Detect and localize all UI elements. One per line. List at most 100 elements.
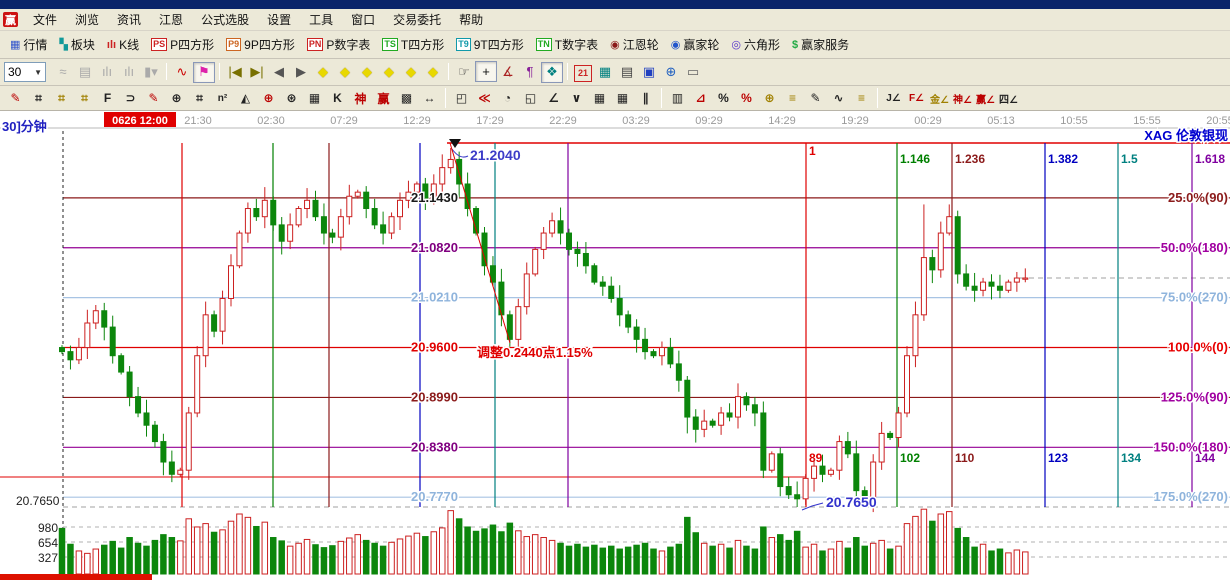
si-angle-tool[interactable]: 四∠ [997,88,1020,108]
n-square-tool[interactable]: n² [211,88,234,108]
kline-button[interactable]: ılıK线 [101,33,145,56]
v-lines-tool[interactable]: ∨ [565,88,588,108]
dense-grid-tool[interactable]: ▩ [395,88,418,108]
menu-item-5[interactable]: 设置 [258,11,300,29]
diamond-out-button[interactable]: ◆ [400,62,422,83]
gold-angle-tool[interactable]: 金∠ [928,88,951,108]
report-button[interactable]: ▤ [74,62,96,83]
calculator-button[interactable]: ▦ [594,62,616,83]
menu-item-9[interactable]: 帮助 [450,11,492,29]
volume-bar [93,549,99,574]
go-last-button[interactable]: ▶| [246,62,268,83]
bars3-button[interactable]: ılı [96,61,118,82]
k-marks-tool[interactable]: K [326,88,349,108]
starburst-tool[interactable]: ⊛ [280,88,303,108]
percent-slash-tool[interactable]: ⊿ [689,88,712,108]
p-table-button[interactable]: PNP数字表 [301,33,377,56]
wave-tool[interactable]: ∿ [827,88,850,108]
quotes-button[interactable]: ▦行情 [4,33,53,56]
menu-item-4[interactable]: 公式选股 [192,11,258,29]
shaded-fan-tool[interactable]: ◱ [519,88,542,108]
f-angle-tool[interactable]: F∠ [905,88,928,108]
arc-tool[interactable]: ⊃ [119,88,142,108]
gann-wheel-button[interactable]: ◉江恩轮 [604,33,665,56]
print-button[interactable]: ▭ [682,62,704,83]
hand-tool-button[interactable]: ☞ [453,62,475,83]
t-square-button[interactable]: TST四方形 [376,33,450,56]
menu-item-3[interactable]: 江恩 [150,11,192,29]
volume-bar [854,538,860,574]
target-circle-tool[interactable]: ⊕ [257,88,280,108]
candle-style-button[interactable]: ▮▾ [140,62,162,83]
j-angle-tool[interactable]: J∠ [882,88,905,108]
step-forward-button[interactable]: ▶ [290,62,312,83]
service-button[interactable]: $赢家服务 [786,33,855,56]
shen-grid-tool[interactable]: 神 [349,88,372,108]
menu-item-8[interactable]: 交易委托 [384,11,450,29]
grid1-tool[interactable]: ▦ [588,88,611,108]
ray-fan-tool[interactable]: ≪ [473,88,496,108]
menu-item-2[interactable]: 资讯 [108,11,150,29]
gold-levels-tool[interactable]: ≡ [781,88,804,108]
gold-circle-tool[interactable]: ⊕ [758,88,781,108]
mark-tool-button[interactable]: ¶ [519,61,541,82]
diamond-all-button[interactable]: ◆ [422,62,444,83]
square-grid-tool[interactable]: ▦ [303,88,326,108]
percent-tool[interactable]: % [712,88,735,108]
bars9-button[interactable]: ılı [118,61,140,82]
gann-circle-tool[interactable]: ⊕ [165,88,188,108]
winner-wheel-button[interactable]: ◉赢家轮 [665,33,726,56]
go-first-button[interactable]: |◀ [224,62,246,83]
ying-angle-tool[interactable]: 赢∠ [974,88,997,108]
period-combobox[interactable]: 30 ▼ [4,62,46,82]
menu-item-6[interactable]: 工具 [300,11,342,29]
percent-red-tool[interactable]: % [735,88,758,108]
width-measure-tool[interactable]: ↔ [418,88,441,108]
diamond-expand-button[interactable]: ◆ [356,62,378,83]
volume-bar [651,549,657,574]
toolbar-separator [567,63,568,80]
ying-grid-tool[interactable]: 赢 [372,88,395,108]
9p-square-button[interactable]: P99P四方形 [220,33,301,56]
pen2-tool[interactable]: ✎ [142,88,165,108]
angle-lines-tool[interactable]: ∠ [542,88,565,108]
gann-grid-tool[interactable]: ⌗ [27,88,50,108]
diamond-left-button[interactable]: ◆ [312,62,334,83]
save-button[interactable]: ▣ [638,62,660,83]
mirror-tool[interactable]: ◭ [234,88,257,108]
hexagon-button[interactable]: ◎六角形 [725,33,786,56]
box-tool[interactable]: ◰ [450,88,473,108]
crosshair-button[interactable]: + [475,61,497,82]
gold-grid-tool[interactable]: ⌗ [50,88,73,108]
p-square-button[interactable]: PSP四方形 [145,33,220,56]
9t-square-button[interactable]: T99T四方形 [450,33,530,56]
diamond-down-button[interactable]: ◆ [334,62,356,83]
notes-button[interactable]: ▤ [616,62,638,83]
angle-tool-button[interactable]: ∡ [497,62,519,83]
flag-button[interactable]: ⚑ [193,62,215,83]
arc-fan-tool[interactable]: ◔ [496,88,519,108]
analyze-tool-button[interactable]: ❖ [541,62,563,83]
trend-pattern-button[interactable]: ≈ [52,61,74,82]
calendar-button[interactable]: 21 [574,65,592,82]
pen-tool[interactable]: ✎ [4,88,27,108]
menu-item-1[interactable]: 浏览 [66,11,108,29]
sectors-button[interactable]: ▚板块 [53,33,100,56]
gann-wave-button[interactable]: ∿ [171,62,193,83]
menu-item-7[interactable]: 窗口 [342,11,384,29]
menu-item-0[interactable]: 文件 [24,11,66,29]
diamond-in-button[interactable]: ◆ [378,62,400,83]
gold-grid2-tool[interactable]: ⌗ [73,88,96,108]
step-back-button[interactable]: ◀ [268,62,290,83]
web-report-button[interactable]: ⊕ [660,62,682,83]
t-table-button[interactable]: TNT数字表 [530,33,604,56]
gold-baseline-tool[interactable]: ≡ [850,88,873,108]
shen-angle-tool[interactable]: 神∠ [951,88,974,108]
f-lines-tool[interactable]: F [96,88,119,108]
grid2-tool[interactable]: ▦ [611,88,634,108]
parallel-lines-tool[interactable]: ∥ [634,88,657,108]
write-tool[interactable]: ✎ [804,88,827,108]
hash-lines-tool[interactable]: ⌗ [188,88,211,108]
histogram-tool[interactable]: ▥ [666,88,689,108]
correction-trend-line[interactable] [450,143,510,343]
